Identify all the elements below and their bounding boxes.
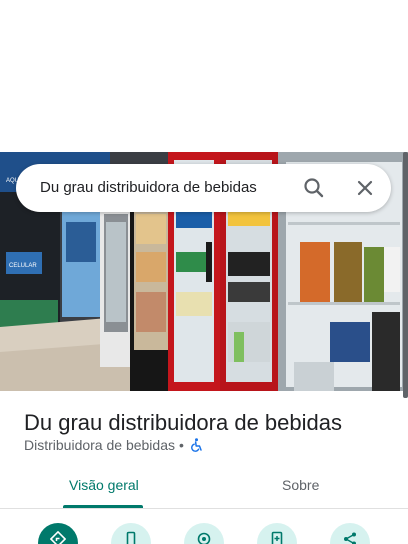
search-input[interactable]: Du grau distribuidora de bebidas — [40, 179, 257, 196]
tab-divider — [0, 508, 408, 509]
separator-dot: • — [178, 437, 184, 453]
place-title: Du grau distribuidora de bebidas — [24, 410, 342, 435]
share-icon — [342, 531, 358, 544]
call-button[interactable] — [111, 523, 151, 544]
save-button[interactable] — [257, 523, 297, 544]
nearby-button[interactable] — [184, 523, 224, 544]
save-icon — [269, 531, 285, 544]
search-bar[interactable]: Du grau distribuidora de bebidas — [16, 164, 391, 212]
share-button[interactable] — [330, 523, 370, 544]
place-subtitle: Distribuidora de bebidas • — [24, 437, 203, 453]
tab-overview[interactable]: Visão geral — [69, 477, 139, 493]
directions-button[interactable] — [38, 523, 78, 544]
place-category: Distribuidora de bebidas — [24, 437, 175, 453]
location-icon — [196, 531, 212, 544]
tab-about[interactable]: Sobre — [282, 477, 319, 493]
close-icon[interactable] — [353, 176, 377, 200]
search-icon[interactable] — [302, 176, 326, 200]
scrollbar[interactable] — [403, 152, 408, 398]
phone-icon — [123, 531, 139, 544]
wheelchair-accessible-icon — [189, 438, 203, 452]
sign-text: CELULAR — [9, 263, 37, 269]
directions-icon — [49, 530, 67, 544]
